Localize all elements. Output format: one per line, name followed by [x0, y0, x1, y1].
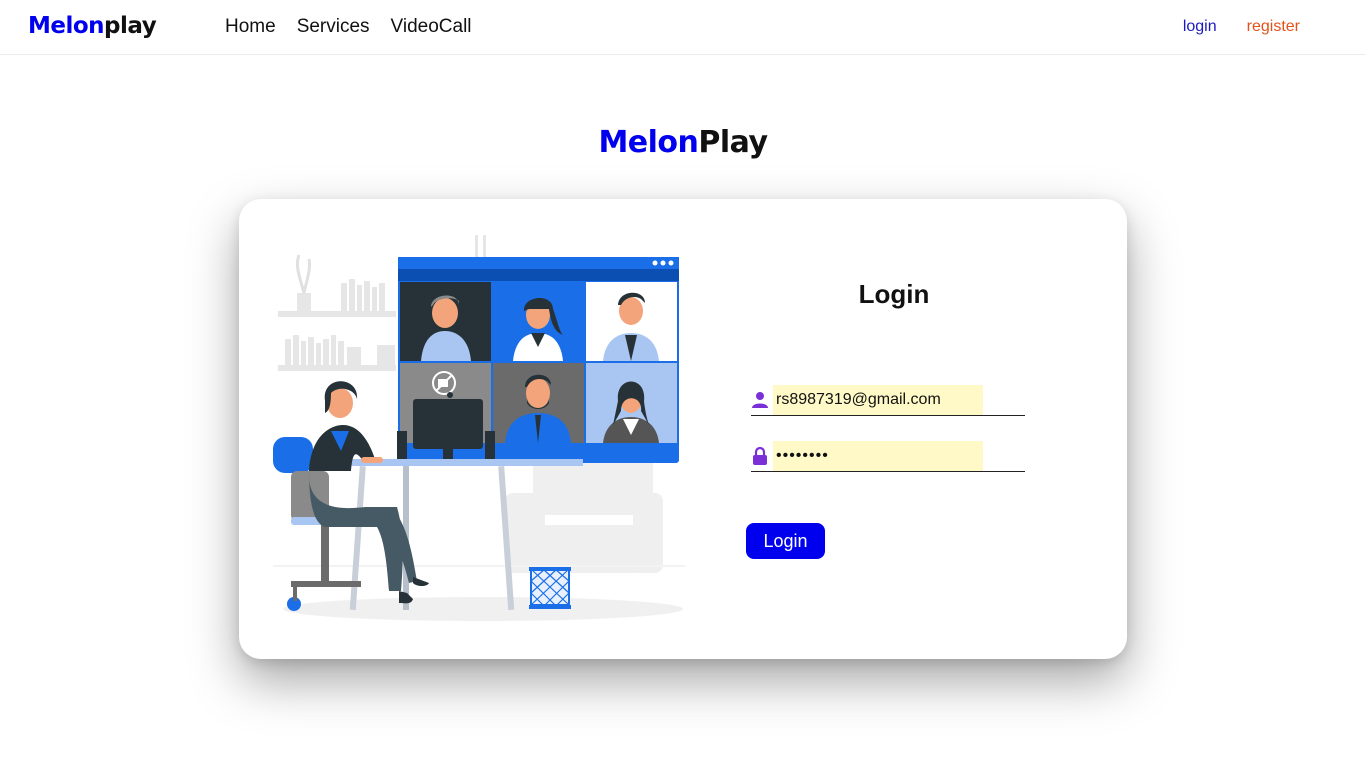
auth-links: login register: [1183, 18, 1300, 36]
nav-home[interactable]: Home: [225, 16, 276, 38]
user-icon: [752, 392, 768, 408]
login-button[interactable]: Login: [746, 523, 825, 559]
title-part-melon: Melon: [598, 125, 699, 160]
title-part-play: Play: [698, 125, 768, 160]
nav-links: Home Services VideoCall: [225, 16, 472, 38]
brand-part-melon: Melon: [28, 13, 105, 39]
nav-register-link[interactable]: register: [1247, 18, 1300, 36]
password-input[interactable]: ••••••••: [773, 441, 983, 471]
password-field[interactable]: ••••••••: [751, 441, 1025, 472]
nav-videocall[interactable]: VideoCall: [391, 16, 472, 38]
email-input[interactable]: rs8987319@gmail.com: [773, 385, 983, 415]
nav-services[interactable]: Services: [297, 16, 370, 38]
brand-logo[interactable]: Melonplay: [28, 13, 157, 39]
brand-part-play: play: [104, 13, 157, 39]
email-field[interactable]: rs8987319@gmail.com: [751, 385, 1025, 416]
video-conference-illustration: [273, 235, 685, 621]
navbar: Melonplay Home Services VideoCall login …: [0, 0, 1366, 55]
nav-login-link[interactable]: login: [1183, 18, 1217, 36]
lock-icon: [753, 447, 767, 465]
page-title: MelonPlay: [0, 125, 1366, 160]
login-card: Login rs8987319@gmail.com •••••••• Login: [239, 199, 1127, 659]
form-heading: Login: [858, 279, 930, 309]
